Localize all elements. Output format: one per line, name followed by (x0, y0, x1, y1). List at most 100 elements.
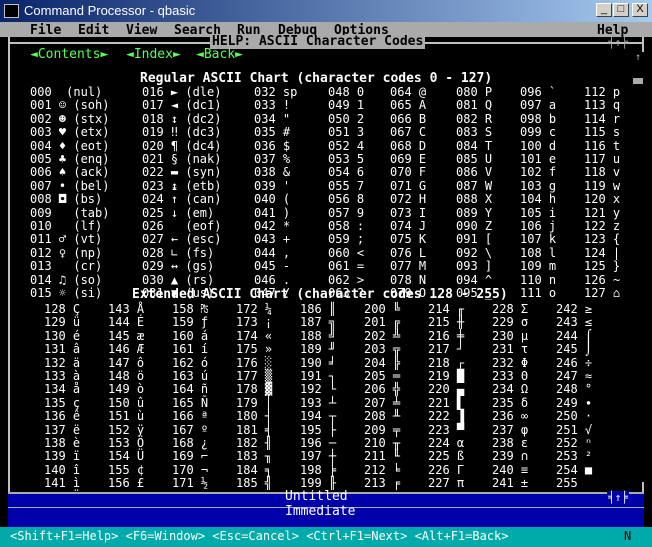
ascii-entry: 115 s (584, 125, 621, 140)
minimize-button[interactable]: _ (596, 3, 612, 17)
back-label: Back (203, 47, 236, 62)
ascii-entry: 028 ∟ (fs) (142, 245, 215, 260)
ascii-entry: 070 F (390, 165, 427, 180)
ascii-entry: 052 4 (328, 138, 365, 153)
ascii-entry: 201 ╔ (364, 315, 401, 330)
ascii-entry: 250 · (556, 409, 593, 424)
ascii-entry: 076 L (390, 245, 427, 260)
ascii-entry: 225 ß (428, 449, 465, 464)
ascii-entry: 011 ♂ (vt) (30, 232, 103, 247)
ascii-entry: 071 G (390, 178, 427, 193)
ascii-entry: 118 v (584, 165, 621, 180)
ascii-entry: 148 ö (108, 369, 145, 384)
ascii-entry: 038 & (254, 165, 291, 180)
ascii-entry: 158 ₧ (172, 302, 209, 316)
ascii-entry: 129 ü (44, 315, 81, 330)
ascii-entry: 088 X (456, 192, 493, 207)
ascii-entry: 001 ☺ (soh) (30, 98, 110, 113)
ascii-entry: 239 ∩ (492, 449, 529, 464)
ascii-entry: 140 î (44, 462, 81, 477)
ascii-entry: 203 ╦ (364, 342, 401, 357)
menu-view[interactable]: View (126, 23, 157, 38)
regular-ascii-column: 080 P 081 Q 082 R 083 S 084 T 085 U 086 V 087 W… (456, 85, 493, 301)
help-scrollbar[interactable] (632, 52, 644, 482)
ascii-entry: 111 o (520, 286, 557, 301)
ascii-entry: 026 (eof) (142, 219, 222, 234)
ascii-entry: 048 0 (328, 85, 365, 99)
menu-file[interactable]: File (30, 23, 61, 38)
ascii-entry: 091 [ (456, 232, 493, 247)
maximize-pane-icon[interactable]: ╡↑╞ (607, 36, 629, 50)
ascii-entry: 219 █ (428, 369, 465, 384)
ascii-entry: 017 ◄ (dc1) (142, 98, 222, 113)
ascii-entry: 106 j (520, 219, 557, 234)
ascii-entry: 237 φ (492, 422, 529, 437)
ascii-entry: 090 Z (456, 219, 493, 234)
ascii-entry: 080 P (456, 85, 493, 99)
ascii-entry: 094 ^ (456, 272, 493, 287)
maximize-pane-icon[interactable]: ╡↑╞ (607, 491, 629, 505)
ascii-entry: 101 e (520, 152, 557, 167)
ascii-entry: 100 d (520, 138, 557, 153)
status-bar: <Shift+F1=Help> <F6=Window> <Esc=Cancel>… (0, 527, 652, 547)
ascii-entry: 062 > (328, 272, 365, 287)
ascii-entry: 150 û (108, 395, 145, 410)
ascii-entry: 034 " (254, 111, 291, 126)
ascii-entry: 243 ≤ (556, 315, 593, 330)
ascii-entry: 121 y (584, 205, 621, 220)
ascii-entry: 110 n (520, 272, 557, 287)
ascii-entry: 103 g (520, 178, 557, 193)
ascii-entry: 105 i (520, 205, 557, 220)
ascii-entry: 182 ╢ (236, 436, 273, 451)
title-bar[interactable]: Command Processor - qbasic _ □ X (0, 0, 652, 22)
maximize-button[interactable]: □ (613, 3, 629, 17)
ascii-entry: 172 ¼ (236, 302, 273, 316)
scroll-up-arrow-icon[interactable]: ↑ (632, 52, 644, 64)
ascii-entry: 138 è (44, 436, 81, 451)
ascii-entry: 249 ∙ (556, 395, 593, 410)
ascii-entry: 007 • (bel) (30, 178, 110, 193)
ascii-entry: 136 ê (44, 409, 81, 424)
menu-edit[interactable]: Edit (78, 23, 109, 38)
ascii-entry: 093 ] (456, 259, 493, 274)
ascii-entry: 241 ± (492, 476, 529, 491)
contents-link[interactable]: ◄Contents► (30, 48, 108, 62)
extended-ascii-column: 200 ╚ 201 ╔ 202 ╩ 203 ╦ 204 ╠ 205 ═ 206 ╬ 207 ╧… (364, 302, 401, 491)
ascii-entry: 003 ♥ (etx) (30, 125, 110, 140)
ascii-entry: 175 » (236, 342, 273, 357)
close-button[interactable]: X (632, 3, 648, 17)
ascii-entry: 147 ô (108, 355, 145, 370)
ascii-entry: 126 ~ (584, 272, 621, 287)
ascii-entry: 149 ò (108, 382, 145, 397)
ascii-entry: 053 5 (328, 152, 365, 167)
ascii-entry: 192 └ (300, 382, 337, 397)
ascii-entry: 165 Ñ (172, 395, 209, 410)
ascii-entry: 032 sp (254, 85, 298, 99)
extended-ascii-column: 214 ╓ 215 ╫ 216 ╪ 217 ┘ 218 ┌ 219 █ 220 ▄ 221 ▌… (428, 302, 465, 491)
ascii-entry: 128 Ç (44, 302, 81, 316)
ascii-entry: 231 τ (492, 342, 529, 357)
ascii-entry: 183 ╖ (236, 449, 273, 464)
status-bar-shortcuts: <Shift+F1=Help> <F6=Window> <Esc=Cancel>… (10, 529, 509, 543)
ascii-entry: 217 ┘ (428, 342, 465, 357)
extended-ascii-column: 228 Σ 229 σ 230 µ 231 τ 232 Φ 233 Θ 234 Ω 235 δ… (492, 302, 529, 491)
ascii-entry: 168 ¿ (172, 436, 209, 451)
ascii-entry: 130 é (44, 328, 81, 343)
ascii-entry: 016 ► (dle) (142, 85, 222, 99)
contents-label: Contents (37, 47, 101, 62)
untitled-pane-title: Untitled (285, 489, 348, 504)
index-link[interactable]: ◄Index► (126, 48, 181, 62)
ascii-entry: 125 } (584, 259, 621, 274)
ascii-entry: 230 µ (492, 328, 529, 343)
ascii-entry: 173 ¡ (236, 315, 273, 330)
ascii-entry: 170 ¬ (172, 462, 209, 477)
ascii-entry: 127 ⌂ (584, 286, 621, 301)
ascii-entry: 238 ε (492, 436, 529, 451)
ascii-entry: 051 3 (328, 125, 365, 140)
ascii-entry: 180 ┤ (236, 409, 273, 424)
ascii-entry: 204 ╠ (364, 355, 401, 370)
back-link[interactable]: ◄Back► (196, 48, 243, 62)
ascii-entry: 252 ⁿ (556, 436, 593, 451)
scroll-thumb[interactable] (633, 78, 643, 84)
ascii-entry: 092 \ (456, 245, 493, 260)
